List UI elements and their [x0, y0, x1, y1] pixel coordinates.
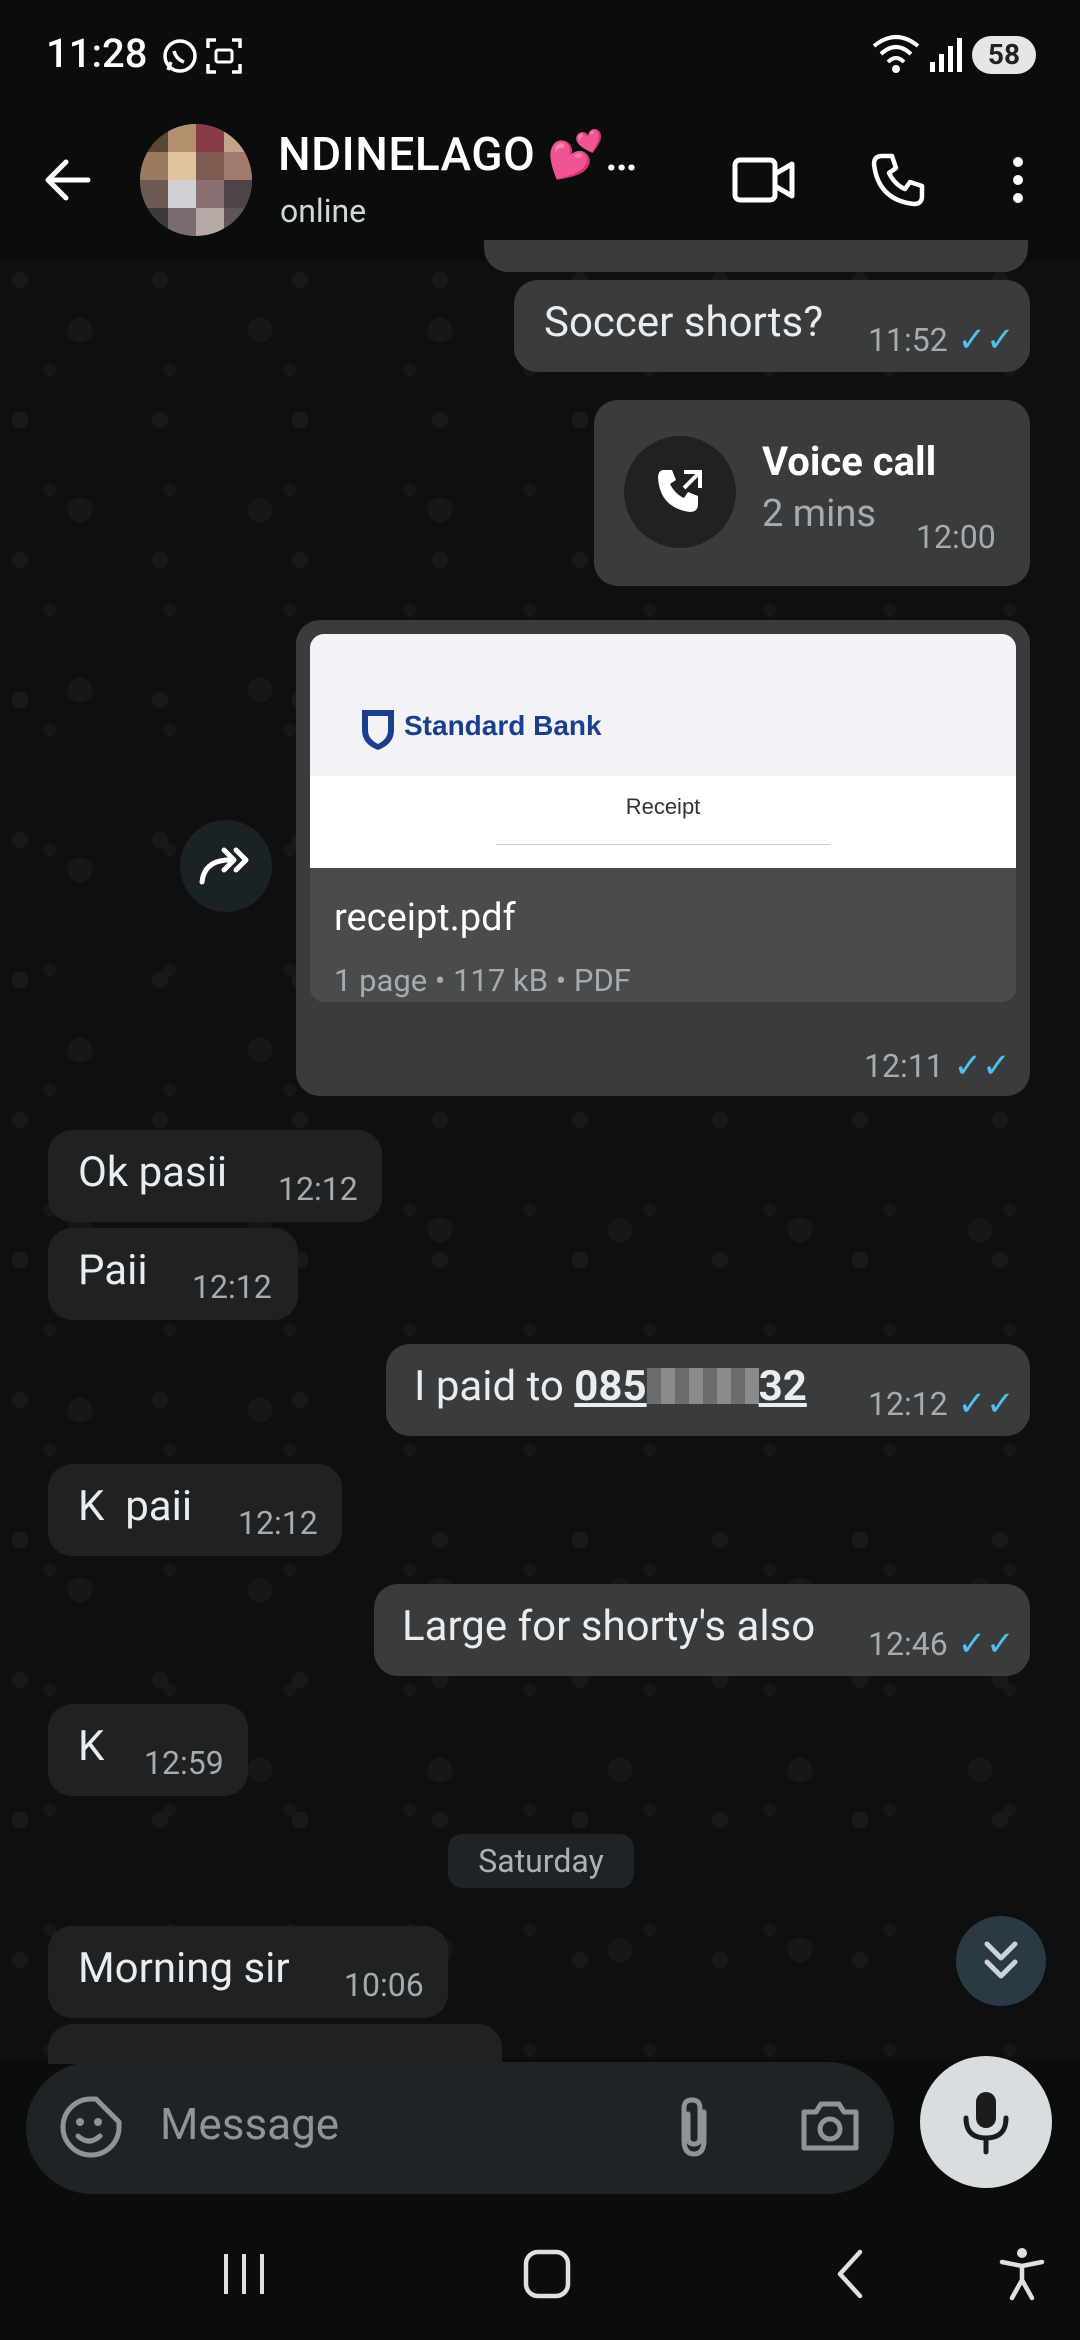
scroll-to-bottom-button[interactable] — [956, 1916, 1046, 2006]
contact-avatar[interactable] — [140, 124, 252, 236]
contact-status: online — [280, 192, 367, 230]
call-icon-circle — [624, 436, 736, 548]
message-bubble-incoming[interactable]: K paii 12:12 — [48, 1464, 342, 1556]
battery-icon: 58 — [972, 36, 1036, 74]
next-message-bubble[interactable] — [48, 2024, 502, 2064]
camera-icon[interactable] — [798, 2098, 862, 2154]
read-ticks-icon: ✓✓ — [957, 1384, 1015, 1424]
day-separator: Saturday — [448, 1834, 634, 1888]
message-time: 11:52 — [868, 321, 948, 359]
double-chevron-down-icon — [984, 1941, 1018, 1979]
signal-icon — [930, 38, 962, 72]
message-time: 12:12 — [278, 1170, 358, 1208]
phone-number-link[interactable]: 085 32 — [574, 1362, 807, 1411]
voice-call-message[interactable]: Voice call 2 mins 12:00 — [594, 400, 1030, 586]
message-text: Paii — [78, 1246, 148, 1295]
message-text: Ok pasii — [78, 1148, 228, 1197]
read-ticks-icon: ✓✓ — [957, 1624, 1015, 1664]
attach-paperclip-icon[interactable] — [670, 2094, 718, 2160]
document-preview-header: Standard Bank — [310, 634, 1016, 776]
back-icon[interactable] — [830, 2248, 870, 2300]
forward-icon — [199, 847, 249, 885]
back-arrow-icon[interactable] — [40, 152, 96, 208]
sticker-emoji-icon[interactable] — [58, 2094, 124, 2160]
message-meta: 11:52 ✓✓ — [868, 320, 1015, 360]
message-time: 12:46 — [868, 1625, 948, 1663]
previous-message-bubble[interactable] — [484, 240, 1028, 272]
document-brand: Standard Bank — [404, 710, 602, 741]
message-meta: 12:12 ✓✓ — [868, 1384, 1015, 1424]
message-bubble-outgoing[interactable]: Soccer shorts? 11:52 ✓✓ — [514, 280, 1030, 372]
message-meta: 12:46 ✓✓ — [868, 1624, 1015, 1664]
message-bubble-outgoing[interactable]: Large for shorty's also 12:46 ✓✓ — [374, 1584, 1030, 1676]
voice-message-button[interactable] — [920, 2056, 1052, 2188]
message-text: Morning sir — [78, 1944, 290, 1993]
voice-call-icon[interactable] — [868, 150, 928, 210]
message-time: 12:12 — [238, 1504, 318, 1542]
message-meta: 12:11 ✓✓ — [864, 1046, 1011, 1086]
more-options-icon[interactable] — [1004, 152, 1032, 208]
message-text: Soccer shorts? — [544, 298, 824, 347]
document-card[interactable]: Standard Bank Receipt receipt.pdf 1 page… — [310, 634, 1016, 1002]
forward-button[interactable] — [180, 820, 272, 912]
message-time: 12:12 — [868, 1385, 948, 1423]
message-text: K — [78, 1722, 105, 1771]
contact-name[interactable]: NDINELAGO 💕… — [278, 128, 638, 182]
divider — [496, 844, 830, 845]
phone-number-start: 085 — [574, 1362, 647, 1411]
outgoing-call-icon — [658, 470, 702, 512]
message-text: I paid to 085 32 — [414, 1362, 807, 1411]
status-time: 11:28 — [46, 30, 148, 77]
microphone-icon — [963, 2092, 1009, 2155]
screenshot-icon — [206, 38, 242, 74]
message-input[interactable]: Message — [160, 2098, 339, 2150]
message-bubble-incoming[interactable]: K 12:59 — [48, 1704, 248, 1796]
message-bubble-incoming[interactable]: Paii 12:12 — [48, 1228, 298, 1320]
call-title: Voice call — [762, 438, 937, 485]
phone-number-end: 32 — [758, 1362, 807, 1411]
message-text: K paii — [78, 1482, 193, 1531]
home-icon[interactable] — [522, 2248, 572, 2300]
battery-level: 58 — [987, 38, 1021, 71]
document-preview-title: Receipt — [625, 794, 701, 819]
recent-apps-icon[interactable] — [218, 2250, 270, 2298]
whatsapp-notification-icon — [163, 39, 197, 73]
status-bar: 11:28 58 — [0, 0, 1080, 110]
call-duration: 2 mins — [762, 492, 876, 536]
message-time: 12:59 — [144, 1744, 224, 1782]
message-bubble-incoming[interactable]: Ok pasii 12:12 — [48, 1130, 382, 1222]
message-time: 12:12 — [192, 1268, 272, 1306]
message-time: 10:06 — [344, 1966, 424, 2004]
document-file-name: receipt.pdf — [334, 896, 516, 940]
wifi-icon — [872, 35, 920, 73]
document-file-meta: 1 page • 117 kB • PDF — [334, 962, 631, 999]
message-time: 12:00 — [916, 518, 996, 556]
redacted-digits — [646, 1368, 759, 1404]
read-ticks-icon: ✓✓ — [957, 320, 1015, 360]
message-bubble-outgoing[interactable]: I paid to 085 32 12:12 ✓✓ — [386, 1344, 1030, 1436]
message-composer — [26, 2062, 894, 2194]
message-bubble-incoming[interactable]: Morning sir 10:06 — [48, 1926, 448, 2018]
message-prefix: I paid to — [414, 1362, 575, 1411]
document-preview-body: Receipt — [310, 776, 1016, 868]
video-call-icon[interactable] — [732, 152, 796, 208]
standard-bank-logo-icon — [362, 710, 394, 750]
accessibility-icon[interactable] — [998, 2246, 1046, 2302]
message-text: Large for shorty's also — [402, 1602, 816, 1651]
message-time: 12:11 — [864, 1047, 944, 1085]
document-message[interactable]: Standard Bank Receipt receipt.pdf 1 page… — [296, 620, 1030, 1096]
read-ticks-icon: ✓✓ — [953, 1046, 1011, 1086]
